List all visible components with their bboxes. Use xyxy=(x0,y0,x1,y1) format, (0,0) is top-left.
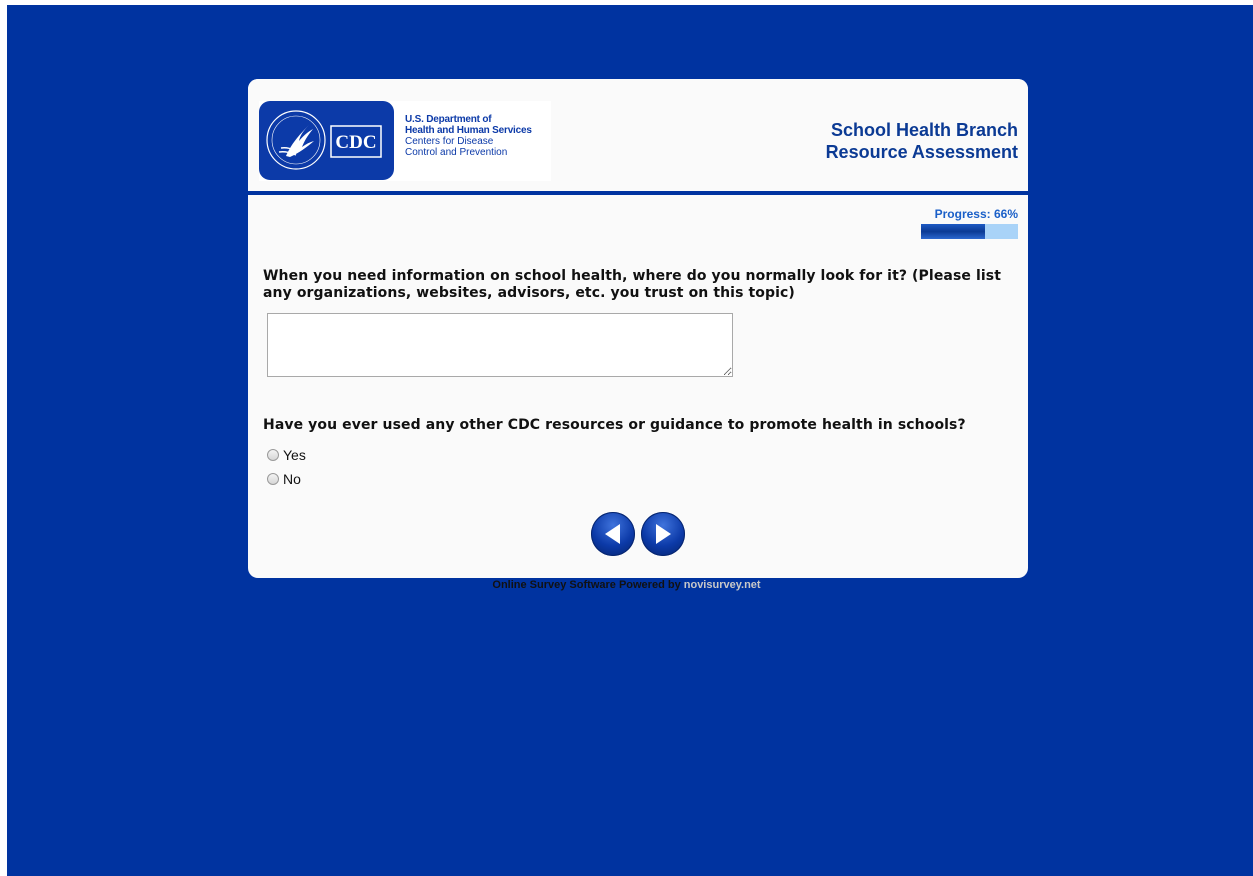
radio-option-yes[interactable]: Yes xyxy=(267,446,306,464)
question-2-text: Have you ever used any other CDC resourc… xyxy=(263,417,966,433)
survey-header: CDC U.S. Department of Health and Human … xyxy=(248,79,1028,195)
survey-title-line-2: Resource Assessment xyxy=(825,142,1018,162)
agency-line-4: Control and Prevention xyxy=(405,147,508,158)
radio-label-no[interactable]: No xyxy=(283,471,301,487)
radio-label-yes[interactable]: Yes xyxy=(283,447,306,463)
hhs-cdc-logo: CDC U.S. Department of Health and Human … xyxy=(259,101,551,181)
cdc-seal-label: CDC xyxy=(335,132,376,153)
footer-credit: Online Survey Software Powered by novisu… xyxy=(0,579,1253,591)
hhs-seal-icon: CDC xyxy=(259,101,394,180)
progress-indicator: Progress: 66% xyxy=(908,207,1018,239)
novisurvey-link[interactable]: novisurvey.net xyxy=(684,579,761,591)
question-1-text: When you need information on school heal… xyxy=(263,268,1001,301)
next-button[interactable] xyxy=(641,512,685,556)
footer-text: Online Survey Software Powered by xyxy=(492,579,681,591)
radio-option-no[interactable]: No xyxy=(267,470,301,488)
agency-line-2: Health and Human Services xyxy=(405,125,532,136)
back-button[interactable] xyxy=(591,512,635,556)
survey-title: School Health Branch Resource Assessment xyxy=(826,119,1018,163)
arrow-right-icon xyxy=(656,524,671,544)
agency-line-1: U.S. Department of xyxy=(405,114,492,125)
question-1-answer-field[interactable] xyxy=(267,313,733,377)
radio-button-yes[interactable] xyxy=(267,449,279,461)
arrow-left-icon xyxy=(605,524,620,544)
progress-bar xyxy=(921,224,1018,239)
progress-label: Progress: 66% xyxy=(934,207,1018,221)
agency-name: U.S. Department of Health and Human Serv… xyxy=(405,114,555,158)
survey-card: CDC U.S. Department of Health and Human … xyxy=(248,79,1028,578)
radio-button-no[interactable] xyxy=(267,473,279,485)
survey-title-line-1: School Health Branch xyxy=(830,120,1018,140)
page-background: CDC U.S. Department of Health and Human … xyxy=(7,5,1253,876)
agency-line-3: Centers for Disease xyxy=(405,136,494,147)
progress-bar-fill xyxy=(921,224,986,239)
